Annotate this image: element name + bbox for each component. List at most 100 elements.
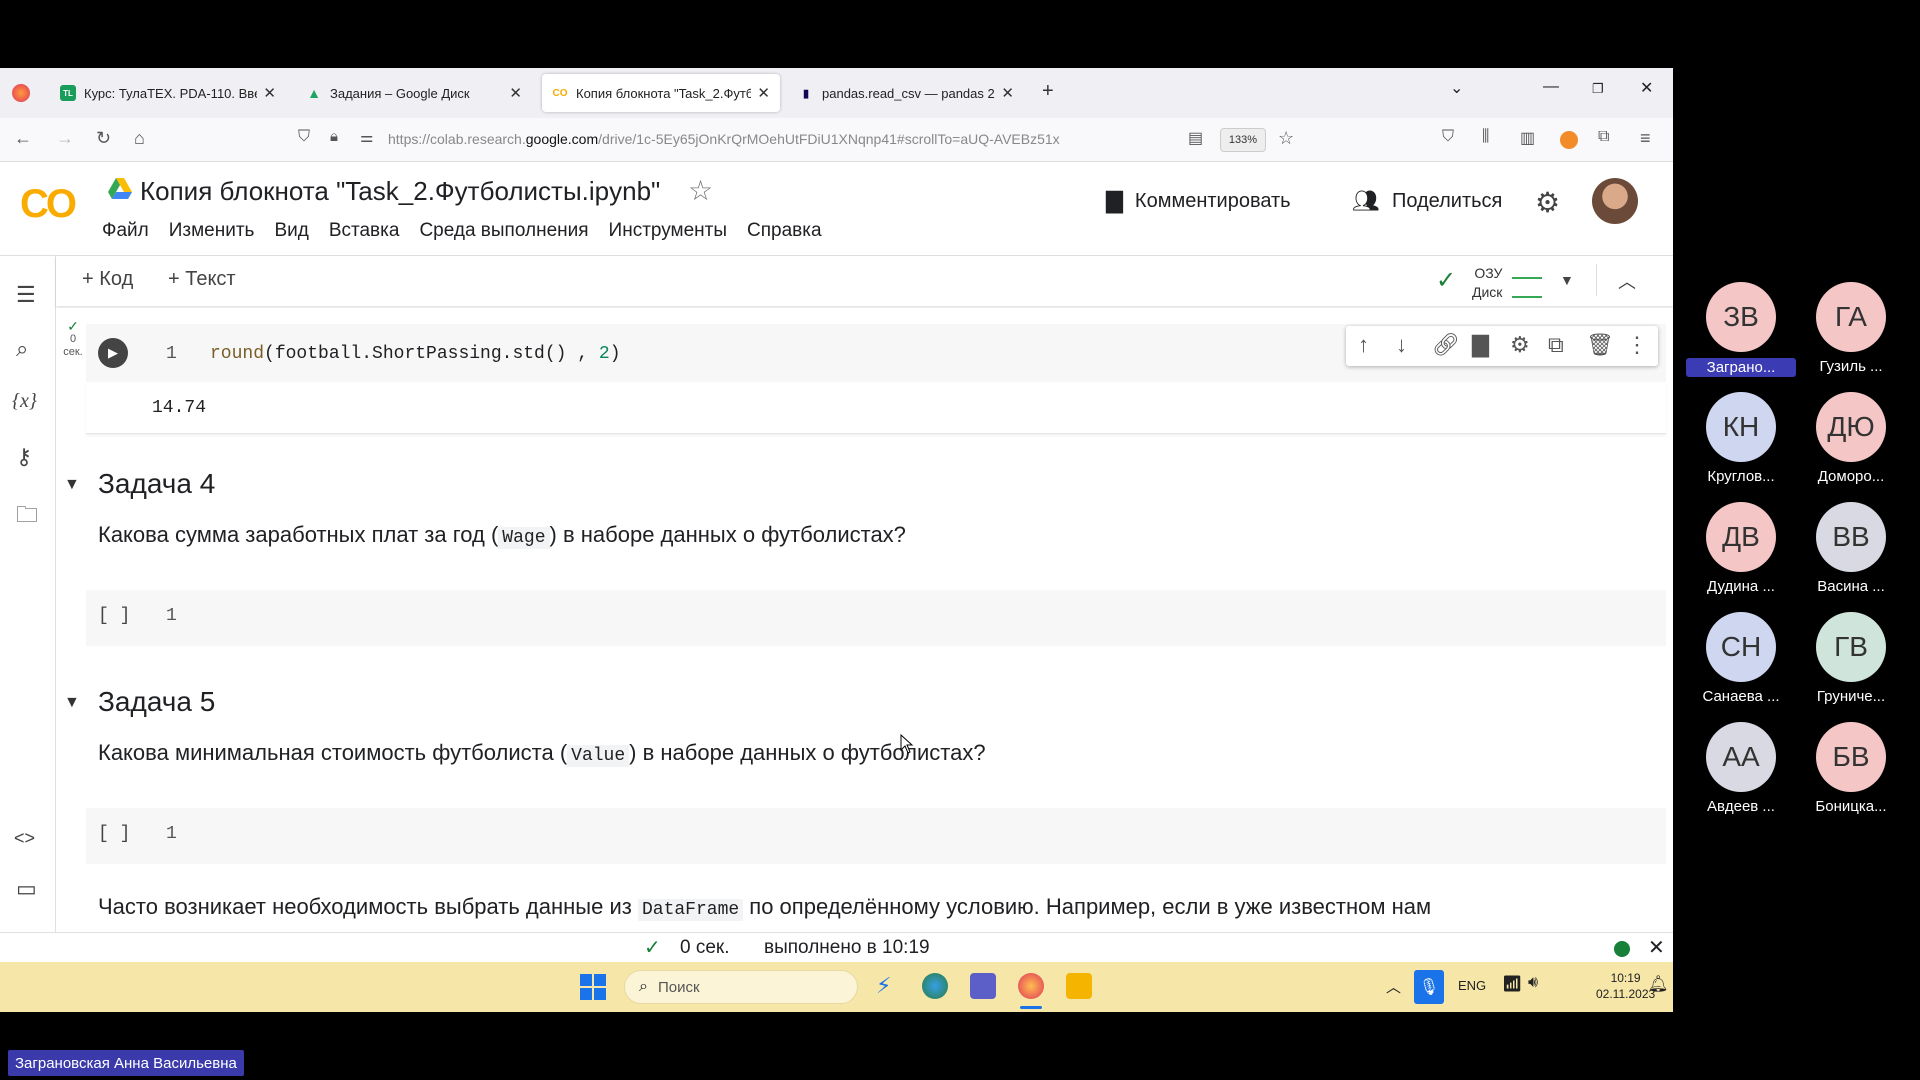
cell-settings-gear-icon[interactable]: ⚙ [1510, 332, 1530, 358]
add-text-button[interactable]: + Текст [168, 268, 236, 291]
library-icon[interactable]: ⫼ [1482, 128, 1489, 146]
menu-edit[interactable]: Изменить [169, 220, 255, 242]
close-status-icon[interactable]: ✕ [1648, 935, 1665, 960]
pocket-icon[interactable]: ⛉ [1442, 128, 1454, 146]
participant-tile[interactable]: АА Авдеев ... [1686, 722, 1796, 815]
menu-insert[interactable]: Вставка [329, 220, 400, 242]
variables-icon[interactable]: {x} [12, 390, 37, 413]
settings-gear-icon[interactable]: ⚙ [1535, 186, 1560, 219]
search-icon[interactable]: ⌕ [16, 336, 28, 362]
participant-tile[interactable]: ГА Гузиль ... [1796, 282, 1906, 375]
hamburger-menu-icon[interactable]: ≡ [1640, 128, 1651, 149]
runtime-dropdown-icon[interactable]: ▼ [1560, 272, 1574, 288]
share-button[interactable]: 👥︎ Поделиться [1352, 188, 1502, 214]
close-window-icon[interactable]: ✕ [1640, 78, 1653, 98]
collapse-section-icon[interactable]: ▼ [64, 694, 80, 712]
app-icon[interactable]: ⚡︎ [876, 973, 902, 999]
tab-title: Копия блокнота "Task_2.Футбо [576, 85, 752, 101]
firefox-taskbar-icon[interactable] [1018, 973, 1044, 999]
files-folder-icon[interactable]: 🗀︎ [16, 498, 38, 536]
cell-bracket[interactable]: [ ] [98, 606, 130, 626]
back-icon[interactable]: ← [14, 128, 32, 149]
participant-tile[interactable]: БВ Боницка... [1796, 722, 1906, 815]
code-snippets-icon[interactable]: <> [14, 828, 35, 849]
collapse-section-icon[interactable]: ▼ [64, 476, 80, 494]
notebook-title[interactable]: Копия блокнота "Task_2.Футболисты.ipynb" [140, 176, 660, 207]
tab-course[interactable]: TL Курс: ТулаТEX. PDA-110. Введе ✕ [50, 74, 286, 112]
menu-view[interactable]: Вид [274, 220, 308, 242]
extension-icon[interactable] [1560, 131, 1578, 149]
teams-icon[interactable] [970, 973, 996, 999]
microphone-icon[interactable]: 🎙︎ [1414, 970, 1444, 1004]
reload-icon[interactable]: ↻ [96, 128, 111, 149]
windows-start-icon[interactable] [580, 974, 606, 1000]
participant-tile[interactable]: КН Круглов... [1686, 392, 1796, 485]
colab-logo[interactable]: CO [20, 182, 77, 227]
comment-button[interactable]: ▇ Комментировать [1106, 188, 1291, 214]
cell-bracket[interactable]: [ ] [98, 824, 130, 844]
bookmark-star-icon[interactable]: ☆ [1278, 128, 1294, 149]
tab-drive[interactable]: ▲ Задания – Google Диск ✕ [296, 74, 532, 112]
comment-icon[interactable]: ▇ [1472, 332, 1489, 358]
user-avatar[interactable] [1592, 178, 1638, 224]
volume-icon[interactable]: 🔊︎ [1528, 974, 1538, 992]
shield-icon[interactable]: ⛉ [298, 128, 310, 146]
participant-tile[interactable]: ГВ Груниче... [1796, 612, 1906, 705]
lock-icon[interactable]: 🔒︎ [330, 128, 338, 145]
list-all-tabs-icon[interactable]: ⌄ [1450, 78, 1463, 98]
menu-help[interactable]: Справка [747, 220, 822, 242]
forward-icon[interactable]: → [56, 128, 74, 149]
collapse-header-icon[interactable]: ︿ [1618, 268, 1636, 294]
table-of-contents-icon[interactable]: ☰ [16, 282, 36, 308]
wifi-icon[interactable]: 📶︎ [1502, 974, 1522, 994]
permissions-icon[interactable]: ⚌ [360, 128, 373, 146]
delete-trash-icon[interactable]: 🗑︎ [1586, 332, 1614, 358]
close-tab-icon[interactable]: ✕ [1001, 84, 1014, 102]
input-language[interactable]: ENG [1458, 978, 1486, 993]
participant-tile[interactable]: ЗВ Заграно... [1686, 282, 1796, 377]
mirror-cell-icon[interactable]: ⧉ [1548, 332, 1564, 358]
sidebar-toggle-icon[interactable]: ▥ [1520, 128, 1535, 148]
command-palette-icon[interactable]: ▭ [16, 876, 37, 902]
move-down-icon[interactable]: ↓ [1396, 332, 1407, 358]
menu-runtime[interactable]: Среда выполнения [419, 220, 588, 242]
menu-tools[interactable]: Инструменты [609, 220, 727, 242]
taskbar-search[interactable]: ⌕ Поиск [624, 970, 858, 1004]
address-bar[interactable]: https://colab.research.google.com/drive/… [388, 131, 1060, 147]
run-cell-button[interactable]: ▶ [98, 338, 128, 368]
link-icon[interactable]: 🔗︎ [1432, 332, 1460, 358]
participant-tile[interactable]: ДВ Дудина ... [1686, 502, 1796, 595]
show-hidden-icons[interactable]: ︿ [1386, 976, 1401, 997]
firefox-icon[interactable] [12, 84, 30, 102]
file-explorer-icon[interactable] [1066, 973, 1092, 999]
secrets-key-icon[interactable]: ⚷ [16, 444, 32, 470]
menu-file[interactable]: Файл [102, 220, 149, 242]
code-cell-task5[interactable]: [ ] 1 [86, 808, 1666, 864]
code-editor[interactable]: round(football.ShortPassing.std() , 2) [210, 344, 621, 364]
minimize-icon[interactable]: — [1543, 78, 1559, 96]
edge-browser-icon[interactable] [922, 973, 948, 999]
close-tab-icon[interactable]: ✕ [757, 84, 770, 102]
home-icon[interactable]: ⌂ [134, 128, 145, 149]
notifications-icon[interactable]: 🔔︎ [1648, 974, 1668, 994]
zoom-level-button[interactable]: 133% [1220, 128, 1266, 152]
new-tab-button[interactable]: + [1042, 80, 1054, 103]
code-cell-task4[interactable]: [ ] 1 [86, 590, 1666, 646]
participant-tile[interactable]: СН Санаева ... [1686, 612, 1796, 705]
code-cell-1[interactable]: ▶ 1 round(football.ShortPassing.std() , … [86, 324, 1666, 382]
close-tab-icon[interactable]: ✕ [509, 84, 522, 102]
extensions-puzzle-icon[interactable]: ⧉ [1598, 128, 1609, 146]
restore-icon[interactable]: ❐ [1592, 81, 1604, 97]
participant-tile[interactable]: ВВ Васина ... [1796, 502, 1906, 595]
tab-colab[interactable]: CO Копия блокнота "Task_2.Футбо ✕ [542, 74, 780, 112]
participant-tile[interactable]: ДЮ Доморо... [1796, 392, 1906, 485]
more-vert-icon[interactable]: ⋮ [1626, 332, 1648, 358]
star-icon[interactable]: ☆ [688, 174, 713, 207]
move-up-icon[interactable]: ↑ [1358, 332, 1369, 358]
resource-monitor[interactable]: ОЗУ Диск [1472, 264, 1502, 302]
reader-view-icon[interactable]: ▤ [1188, 128, 1203, 148]
add-code-button[interactable]: + Код [82, 268, 133, 291]
close-tab-icon[interactable]: ✕ [263, 84, 276, 102]
tab-pandas[interactable]: ▮ pandas.read_csv — pandas 2.1.2 ✕ [788, 74, 1024, 112]
taskbar-clock[interactable]: 10:19 02.11.2023 [1596, 970, 1655, 1002]
